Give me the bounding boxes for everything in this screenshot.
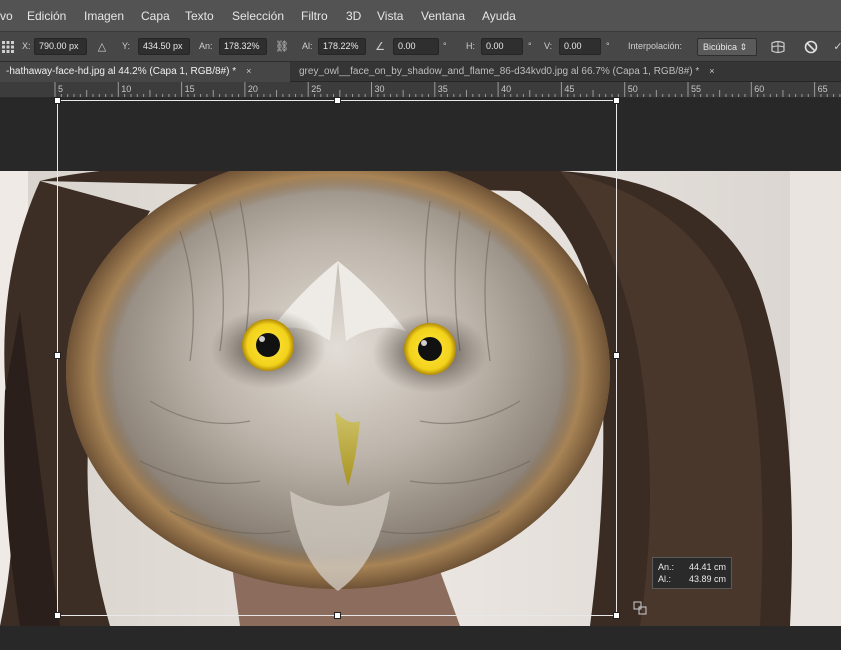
delta-icon[interactable]: △ <box>94 38 110 55</box>
close-icon[interactable]: × <box>246 66 251 76</box>
menu-ventana[interactable]: Ventana <box>421 9 465 23</box>
reference-point-icon[interactable] <box>0 38 16 55</box>
document-tabs: -hathaway-face-hd.jpg al 44.2% (Capa 1, … <box>0 62 841 82</box>
ruler-label: 50 <box>628 84 638 94</box>
menu-bar: vo Edición Imagen Capa Texto Selección F… <box>0 0 841 32</box>
menu-ayuda[interactable]: Ayuda <box>482 9 516 23</box>
hskew-unit: ° <box>528 41 532 51</box>
angle-unit: ° <box>443 41 447 51</box>
ruler-label: 5 <box>58 84 63 94</box>
cancel-icon[interactable] <box>803 38 819 55</box>
scale-cursor-icon <box>633 601 649 615</box>
menu-3d[interactable]: 3D <box>346 9 361 23</box>
y-position-field[interactable]: 434.50 px <box>138 38 190 55</box>
transform-dimensions-tooltip: An.: 44.41 cm Al.: 43.89 cm <box>652 557 732 589</box>
ruler-label: 15 <box>185 84 195 94</box>
ruler-label: 30 <box>375 84 385 94</box>
ruler-label: 25 <box>311 84 321 94</box>
ruler-label: 45 <box>564 84 574 94</box>
menu-filtro[interactable]: Filtro <box>301 9 328 23</box>
ruler-label: 35 <box>438 84 448 94</box>
menu-seleccion[interactable]: Selección <box>232 9 284 23</box>
height-label: Al: <box>302 41 313 51</box>
link-icon[interactable]: ⛓ <box>274 38 290 55</box>
menu-archivo[interactable]: vo <box>0 9 13 23</box>
commit-icon[interactable]: ✓ <box>830 38 841 55</box>
width-label: An: <box>199 41 213 51</box>
width-tip-label: An.: <box>658 562 675 572</box>
warp-icon[interactable] <box>770 38 786 55</box>
height-tip-label: Al.: <box>658 574 672 584</box>
vskew-unit: ° <box>606 41 610 51</box>
y-label: Y: <box>122 41 131 51</box>
ruler-ticks: 5 10 15 20 25 30 35 40 45 50 55 60 65 <box>54 82 841 97</box>
ruler-label: 10 <box>121 84 131 94</box>
tab-grey-owl[interactable]: grey_owl__face_on_by_shadow_and_flame_86… <box>293 62 788 82</box>
ruler-label: 60 <box>754 84 764 94</box>
tab-hathaway[interactable]: -hathaway-face-hd.jpg al 44.2% (Capa 1, … <box>0 62 290 82</box>
interpolation-label: Interpolación: <box>628 41 683 51</box>
ruler-label: 40 <box>501 84 511 94</box>
horizontal-ruler[interactable]: 5 10 15 20 25 30 35 40 45 50 55 60 65 <box>0 82 841 98</box>
angle-field[interactable]: 0.00 <box>393 38 439 55</box>
tab-label: grey_owl__face_on_by_shadow_and_flame_86… <box>299 66 700 77</box>
menu-imagen[interactable]: Imagen <box>84 9 124 23</box>
height-tip-value: 43.89 cm <box>688 574 726 584</box>
vskew-field[interactable]: 0.00 <box>559 38 601 55</box>
height-percent-field[interactable]: 178.22% <box>318 38 366 55</box>
ruler-label: 65 <box>818 84 828 94</box>
tab-label: -hathaway-face-hd.jpg al 44.2% (Capa 1, … <box>6 66 237 77</box>
menu-vista[interactable]: Vista <box>377 9 403 23</box>
menu-texto[interactable]: Texto <box>185 9 214 23</box>
interpolation-value: Bicúbica <box>703 42 738 52</box>
close-icon[interactable]: × <box>709 66 714 76</box>
x-position-field[interactable]: 790.00 px <box>34 38 87 55</box>
vskew-label: V: <box>544 41 553 51</box>
width-percent-field[interactable]: 178.32% <box>219 38 267 55</box>
options-bar: X: 790.00 px △ Y: 434.50 px An: 178.32% … <box>0 32 841 62</box>
menu-capa[interactable]: Capa <box>141 9 170 23</box>
menu-edicion[interactable]: Edición <box>27 9 66 23</box>
ruler-label: 20 <box>248 84 258 94</box>
hskew-label: H: <box>466 41 475 51</box>
canvas-bottom-area <box>0 626 841 650</box>
hskew-field[interactable]: 0.00 <box>481 38 523 55</box>
angle-icon: ∠ <box>375 41 385 53</box>
x-label: X: <box>22 41 31 51</box>
ruler-label: 55 <box>691 84 701 94</box>
width-tip-value: 44.41 cm <box>688 562 726 572</box>
interpolation-select[interactable]: Bicúbica ⇕ <box>697 38 757 56</box>
